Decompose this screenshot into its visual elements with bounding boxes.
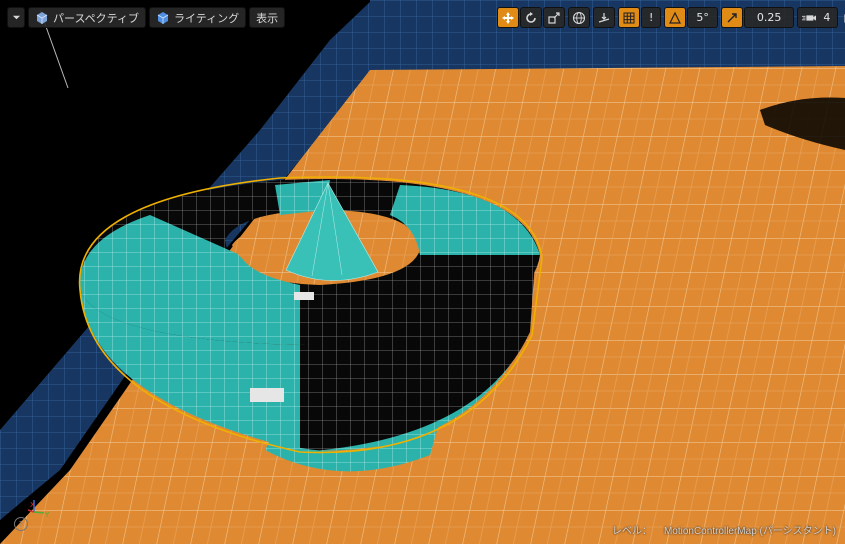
world-icon — [572, 11, 586, 25]
level-name: MotionControllerMap (パーシスタント) — [663, 526, 836, 537]
svg-text:X: X — [30, 501, 35, 509]
viewport-scene — [0, 0, 845, 544]
coordinate-space-button[interactable] — [568, 7, 590, 28]
rotation-snap-toggle[interactable] — [664, 7, 687, 28]
surface-snap-icon — [597, 11, 611, 25]
lit-sphere-icon — [156, 11, 170, 25]
rotate-icon — [524, 11, 538, 25]
lighting-button[interactable]: ライティング — [149, 7, 247, 28]
grid-snap-toggle[interactable] — [618, 7, 640, 28]
surface-snap-button[interactable] — [593, 7, 615, 28]
viewport-options-button[interactable] — [7, 7, 25, 28]
viewport-toolbar-right: ! 5° 0.25 4 — [497, 7, 845, 28]
svg-text:Y: Y — [44, 511, 50, 519]
translate-tool-button[interactable] — [497, 7, 519, 28]
scale-snap-value-button[interactable]: 0.25 — [743, 7, 795, 28]
level-label: レベル： — [611, 526, 652, 537]
grid-snap-value: ! — [649, 11, 654, 24]
lighting-label: ライティング — [174, 11, 240, 25]
maximize-viewport-button[interactable] — [841, 7, 845, 28]
show-button[interactable]: 表示 — [249, 7, 286, 28]
help-icon[interactable]: ? — [14, 517, 28, 531]
scale-icon — [547, 11, 561, 25]
rotate-tool-button[interactable] — [520, 7, 542, 28]
rotation-snap-value-button[interactable]: 5° — [687, 7, 718, 28]
level-viewport[interactable]: パースペクティブ ライティング 表示 ! 5° 0.25 4 X Y ? レベル… — [0, 0, 845, 544]
rotation-snap-group: 5° — [664, 7, 718, 28]
show-label: 表示 — [256, 11, 279, 25]
level-indicator: レベル： MotionControllerMap (パーシスタント) — [612, 522, 836, 537]
viewport-toolbar-left: パースペクティブ ライティング 表示 — [7, 7, 286, 28]
perspective-label: パースペクティブ — [53, 11, 140, 25]
perspective-button[interactable]: パースペクティブ — [28, 7, 147, 28]
scale-tool-button[interactable] — [543, 7, 565, 28]
camera-speed-button[interactable]: 4 — [797, 7, 839, 28]
transform-tools — [497, 7, 565, 28]
rotation-snap-value: 5° — [696, 11, 709, 24]
scale-snap-value: 0.25 — [756, 11, 782, 24]
scale-snap-group: 0.25 — [720, 7, 795, 28]
chevron-down-icon — [9, 11, 23, 25]
grid-snap-group: ! — [618, 7, 662, 28]
angle-icon — [668, 11, 682, 25]
scale-snap-toggle[interactable] — [720, 7, 743, 28]
grid-snap-value-button[interactable]: ! — [641, 7, 662, 28]
camera-speed-icon — [802, 11, 817, 25]
scale-snap-icon — [725, 11, 739, 25]
translate-icon — [501, 11, 515, 25]
grid-icon — [622, 11, 636, 25]
perspective-cube-icon — [35, 11, 49, 25]
camera-speed-value: 4 — [823, 11, 831, 24]
